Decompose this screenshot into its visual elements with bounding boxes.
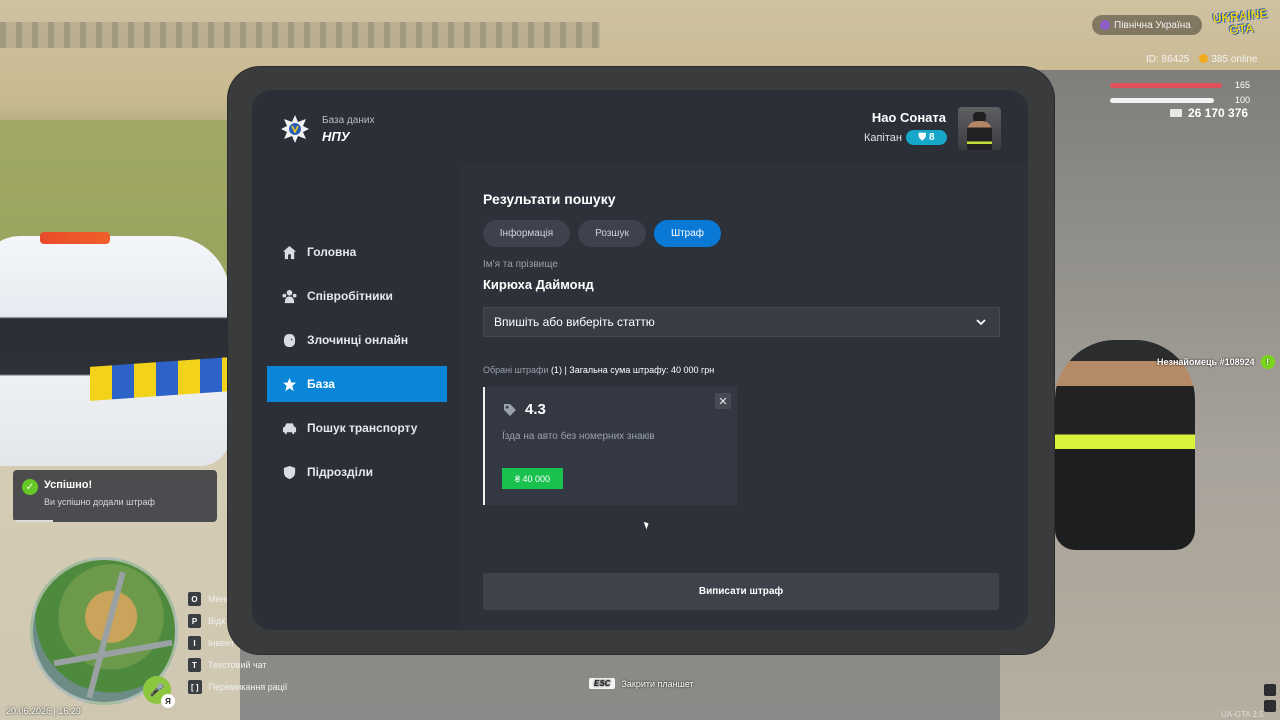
car-icon — [281, 420, 297, 436]
money-display: 26 170 376 — [1170, 106, 1248, 120]
sidebar-item-units[interactable]: Підрозділи — [267, 454, 447, 490]
notification-title: Успішно! — [44, 479, 93, 491]
sidebar-nav: Головна Співробітники Злочинці онлайн Ба… — [267, 234, 447, 498]
fine-card: 4.3 ✕ Їзда на авто без номерних знаків ₴… — [483, 387, 737, 505]
star-icon — [281, 376, 297, 392]
sidebar: База даних НПУ Головна Співробітники Зло… — [252, 90, 460, 630]
person-name: Кирюха Даймонд — [483, 277, 594, 292]
check-icon: ✓ — [22, 479, 38, 495]
page-title: Результати пошуку — [483, 191, 616, 207]
tag-icon — [504, 404, 516, 416]
avatar[interactable] — [958, 107, 1001, 150]
fine-amount: ₴ 40 000 — [502, 468, 563, 489]
result-tabs: Інформація Розшук Штраф — [483, 220, 721, 247]
nearby-player-tag: Незнайомець #108924 ! — [1157, 355, 1275, 369]
rank-level-badge: ⛊ 8 — [906, 130, 947, 145]
success-notification: ✓ Успішно! Ви успішно додали штраф — [13, 470, 217, 522]
cash-icon — [1170, 109, 1182, 117]
online-count: 385 online — [1199, 54, 1258, 65]
fine-article-code: 4.3 — [525, 401, 546, 418]
police-officer-character — [1055, 340, 1195, 550]
chevron-down-icon — [976, 319, 986, 326]
game-logo: UKRAINE GTA — [1212, 6, 1268, 38]
health-bar — [1110, 83, 1222, 88]
brand-subtitle: База даних — [322, 115, 375, 126]
fines-summary: Обрані штрафи (1) | Загальна сума штрафу… — [483, 365, 715, 375]
police-car-lights — [40, 232, 110, 244]
server-badge: Північна Україна — [1092, 15, 1202, 35]
issue-fine-button[interactable]: Виписати штраф — [483, 573, 999, 610]
voice-icon: ! — [1260, 355, 1275, 369]
online-icon — [1199, 54, 1209, 63]
article-select[interactable]: Впишіть або виберіть статтю — [483, 307, 1000, 337]
sidebar-item-home[interactable]: Головна — [267, 234, 447, 270]
hotkey-row: [ ] Перемикання рації — [188, 676, 287, 698]
user-rank: Капітан — [863, 132, 902, 144]
notification-text: Ви успішно додали штраф — [44, 497, 155, 507]
sidebar-item-vehicle-search[interactable]: Пошук транспорту — [267, 410, 447, 446]
police-emblem-icon — [281, 115, 309, 143]
game-version: UA-GTA 3.5 — [1221, 710, 1264, 719]
main-content: Нао Соната Капітан ⛊ 8 Результати пошуку… — [461, 90, 1028, 630]
player-info: ID: 86425 385 online — [1146, 54, 1258, 65]
esc-key: ESC — [589, 678, 616, 689]
side-hud-icons — [1264, 684, 1276, 714]
close-tablet-hint: ESC Закрити планшет — [589, 678, 694, 689]
tab-fine[interactable]: Штраф — [654, 220, 721, 247]
users-icon — [281, 288, 297, 304]
main-header: Нао Соната Капітан ⛊ 8 — [461, 90, 1028, 165]
tab-information[interactable]: Інформація — [483, 220, 570, 247]
server-name: Північна Україна — [1114, 19, 1191, 31]
brand-title: НПУ — [322, 129, 350, 144]
hotkey-row: T Текстовий чат — [188, 654, 287, 676]
shield-icon — [281, 464, 297, 480]
name-label: Ім'я та прізвище — [483, 259, 558, 270]
server-icon — [1100, 20, 1110, 30]
voice-mode-badge: Я — [161, 694, 175, 708]
tablet-screen: База даних НПУ Головна Співробітники Зло… — [252, 90, 1028, 630]
armor-bar — [1110, 98, 1214, 103]
badge-icon: ⛊ — [918, 132, 926, 143]
player-id: ID: 86425 — [1146, 54, 1190, 65]
sidebar-item-database[interactable]: База — [267, 366, 447, 402]
background-bridge — [0, 22, 600, 48]
home-icon — [281, 244, 297, 260]
date-time: 20.06.2026 | 16:29 — [6, 706, 81, 716]
tab-wanted[interactable]: Розшук — [578, 220, 646, 247]
armor-value: 100 — [1235, 95, 1251, 105]
remove-fine-button[interactable]: ✕ — [715, 393, 731, 409]
police-car — [0, 236, 230, 466]
user-name: Нао Соната — [871, 110, 946, 125]
fine-description: Їзда на авто без номерних знаків — [502, 431, 655, 442]
sidebar-item-criminals[interactable]: Злочинці онлайн — [267, 322, 447, 358]
notification-progress — [13, 520, 53, 522]
sidebar-item-employees[interactable]: Співробітники — [267, 278, 447, 314]
mask-icon — [281, 332, 297, 348]
health-value: 165 — [1235, 80, 1251, 90]
